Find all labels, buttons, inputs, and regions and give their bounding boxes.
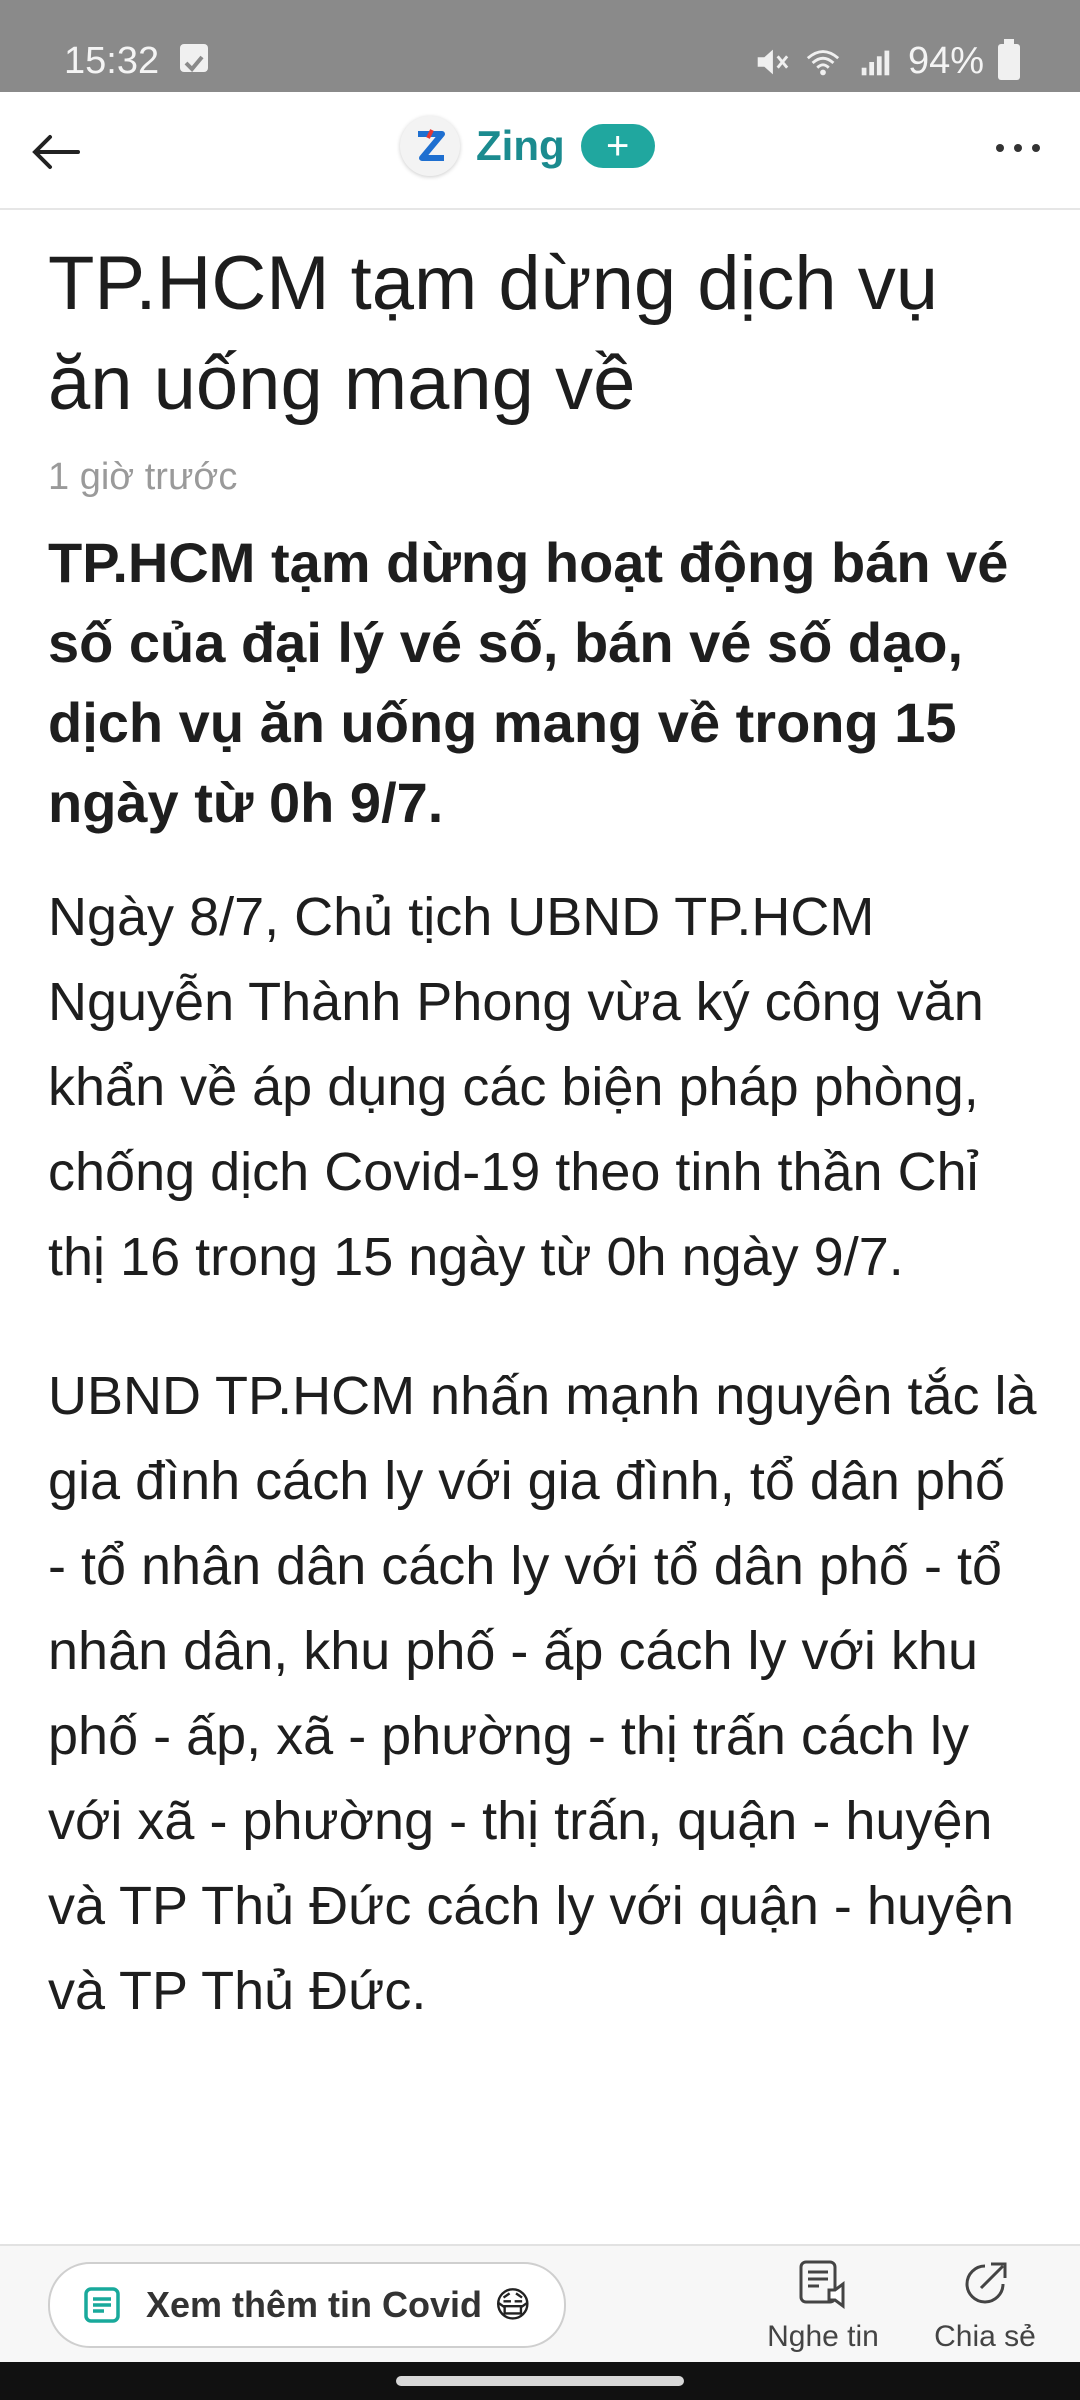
article-paragraph: Ngày 8/7, Chủ tịch UBND TP.HCM Nguyễn Th… [48,887,984,1287]
signal-icon [861,50,890,75]
share-label: Chia sẻ [934,2320,1036,2353]
home-gesture-handle[interactable] [396,2376,684,2386]
article: TP.HCM tạm dừng dịch vụ ăn uống mang về … [48,210,1038,2034]
mute-icon [757,49,789,74]
back-arrow-icon[interactable] [26,122,86,182]
share-icon [965,2262,1007,2304]
zing-logo-icon [400,116,460,176]
status-time: 15:32 [64,40,160,82]
more-options-icon[interactable] [990,128,1046,168]
covid-news-button[interactable]: Xem thêm tin Covid 😷 [48,2262,566,2348]
news-document-icon [84,2287,120,2323]
article-time: 1 giờ trước [48,456,238,498]
status-icons: 94% [752,38,1020,83]
checkbox-notification-icon [180,44,208,72]
mask-emoji-icon: 😷 [494,2284,532,2325]
listen-button[interactable]: Nghe tin [748,2254,898,2354]
brand: Zing + [400,116,655,176]
article-title: TP.HCM tạm dừng dịch vụ ăn uống mang về [48,241,939,426]
battery-percent: 94% [907,40,984,82]
brand-name: Zing [476,122,565,169]
system-navigation-bar [0,2362,1080,2400]
article-paragraph: UBND TP.HCM nhấn mạnh nguyên tắc là gia … [48,1366,1037,2021]
status-bar: 15:32 94% [0,0,1080,92]
battery-icon [998,38,1020,80]
follow-plus-button[interactable]: + [580,124,655,168]
bottom-action-bar: Xem thêm tin Covid 😷 Nghe tin Chia sẻ [0,2244,1080,2364]
share-button[interactable]: Chia sẻ [910,2254,1060,2354]
listen-icon [799,2260,845,2309]
covid-button-label: Xem thêm tin Covid [146,2284,483,2325]
listen-label: Nghe tin [767,2320,879,2353]
article-lead: TP.HCM tạm dừng hoạt động bán vé số của … [48,531,1009,834]
wifi-icon [806,49,840,75]
app-header: Zing + [0,92,1080,210]
